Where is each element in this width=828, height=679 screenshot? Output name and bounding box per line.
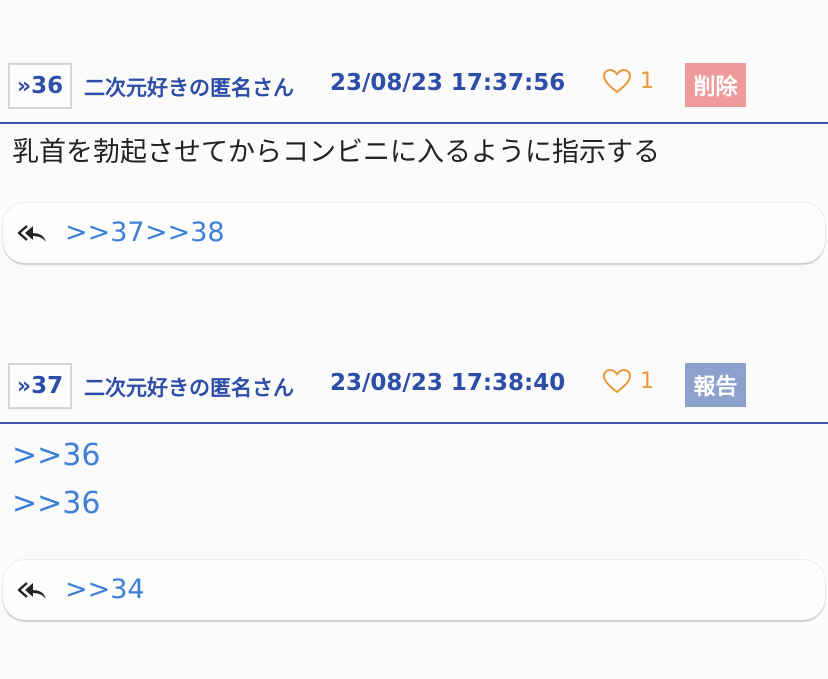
post-header: » 37 二次元好きの匿名さん 23/08/23 17:38:40 1 報告: [0, 360, 828, 424]
post-header: » 36 二次元好きの匿名さん 23/08/23 17:37:56 1 削除: [0, 60, 828, 124]
post-author: 二次元好きの匿名さん: [84, 76, 294, 100]
chevron-double-right-icon: »: [16, 373, 31, 399]
post-number: 37: [31, 373, 64, 399]
like-button[interactable]: 1: [602, 68, 654, 94]
reply-all-icon: [17, 225, 46, 242]
post-author: 二次元好きの匿名さん: [84, 376, 294, 400]
thread-page: » 36 二次元好きの匿名さん 23/08/23 17:37:56 1 削除 乳…: [0, 0, 828, 679]
report-button[interactable]: 報告: [685, 363, 746, 407]
post-datetime: 23/08/23 17:38:40: [330, 370, 566, 396]
post-number-anchor[interactable]: » 37: [8, 363, 72, 409]
chevron-double-right-icon: »: [16, 73, 31, 99]
reply-bar: >>34: [3, 560, 825, 620]
like-button[interactable]: 1: [602, 368, 654, 394]
delete-button[interactable]: 削除: [685, 63, 746, 107]
post-datetime: 23/08/23 17:37:56: [330, 70, 566, 96]
post-body-link[interactable]: >>36: [12, 486, 100, 521]
reply-bar: >>37 >>38: [3, 203, 825, 263]
post-number: 36: [31, 73, 64, 99]
reply-link[interactable]: >>34: [65, 574, 145, 605]
heart-outline-icon: [602, 68, 632, 94]
post-body-link[interactable]: >>36: [12, 438, 100, 473]
reply-all-icon: [17, 582, 46, 599]
like-count: 1: [640, 68, 654, 94]
post-number-anchor[interactable]: » 36: [8, 63, 72, 109]
reply-link[interactable]: >>37: [65, 217, 145, 248]
reply-link[interactable]: >>38: [145, 217, 225, 248]
heart-outline-icon: [602, 368, 632, 394]
post-body-text: 乳首を勃起させてからコンビニに入るように指示する: [12, 137, 660, 168]
like-count: 1: [640, 368, 654, 394]
